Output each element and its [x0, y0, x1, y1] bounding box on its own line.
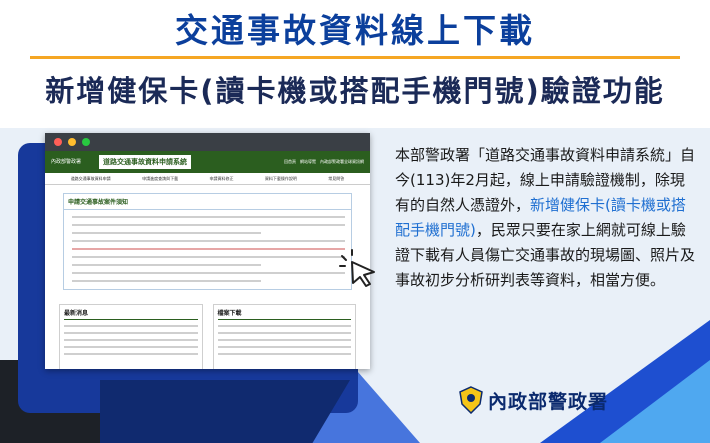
text-line [64, 325, 198, 327]
monitor-stand [100, 380, 350, 443]
title-underline [30, 56, 680, 59]
site-link-npa[interactable]: 內政部警政署全球資訊網 [320, 159, 364, 165]
text-line [217, 325, 351, 327]
text-line [217, 353, 351, 355]
text-line [64, 332, 198, 334]
site-nav: 道路交通事故資料申請 申請進度查詢與下載 申請資料修正 資料下載操作說明 常見問… [45, 173, 370, 185]
text-line [72, 240, 345, 242]
lower-panels: 最新消息 檔案下載 [59, 304, 356, 369]
text-line [64, 346, 198, 348]
site-links: 回首頁 網站導覽 內政部警政署全球資訊網 [284, 159, 364, 165]
police-badge-icon [459, 386, 483, 414]
text-line [64, 353, 198, 355]
site-header: 內政部警政署 道路交通事故資料申請系統 回首頁 網站導覽 內政部警政署全球資訊網 [45, 151, 370, 173]
text-line [72, 272, 345, 274]
notice-panel: 申請交通事故案件須知 [63, 193, 352, 290]
text-line [72, 264, 261, 266]
text-line [72, 224, 345, 226]
page-title: 交通事故資料線上下載 [175, 11, 535, 50]
files-panel: 檔案下載 [212, 304, 356, 369]
cursor-icon [339, 249, 375, 287]
maximize-dot-icon [82, 138, 90, 146]
nav-item-modify[interactable]: 申請資料修正 [209, 176, 233, 182]
close-dot-icon [54, 138, 62, 146]
site-title: 道路交通事故資料申請系統 [99, 155, 191, 169]
news-panel: 最新消息 [59, 304, 203, 369]
text-line [72, 248, 345, 250]
nav-item-progress[interactable]: 申請進度查詢與下載 [142, 176, 178, 182]
text-line [217, 339, 351, 341]
nav-item-faq[interactable]: 常見問答 [328, 176, 344, 182]
text-line [72, 216, 345, 218]
description-text: 本部警政署「道路交通事故資料申請系統」自今(113)年2月起，線上申請驗證機制，… [395, 143, 695, 293]
nav-item-apply[interactable]: 道路交通事故資料申請 [71, 176, 111, 182]
text-line [217, 346, 351, 348]
nav-item-guide[interactable]: 資料下載操作說明 [265, 176, 297, 182]
site-link-sitemap[interactable]: 網站導覽 [300, 159, 316, 165]
window-titlebar [45, 133, 370, 151]
site-logo: 內政部警政署 [51, 159, 82, 165]
text-line [64, 339, 198, 341]
browser-window: 內政部警政署 道路交通事故資料申請系統 回首頁 網站導覽 內政部警政署全球資訊網… [45, 133, 370, 369]
text-line [217, 332, 351, 334]
text-line [72, 232, 261, 234]
news-title: 最新消息 [64, 308, 198, 320]
notice-title: 申請交通事故案件須知 [64, 194, 351, 210]
text-line [72, 280, 261, 282]
brand-logo: 內政部警政署 [458, 386, 608, 414]
brand-name: 內政部警政署 [488, 390, 609, 413]
text-line [72, 256, 345, 258]
files-title: 檔案下載 [217, 308, 351, 320]
minimize-dot-icon [68, 138, 76, 146]
page-subtitle: 新增健保卡(讀卡機或搭配手機門號)驗證功能 [45, 74, 665, 108]
site-link-home[interactable]: 回首頁 [284, 159, 296, 165]
